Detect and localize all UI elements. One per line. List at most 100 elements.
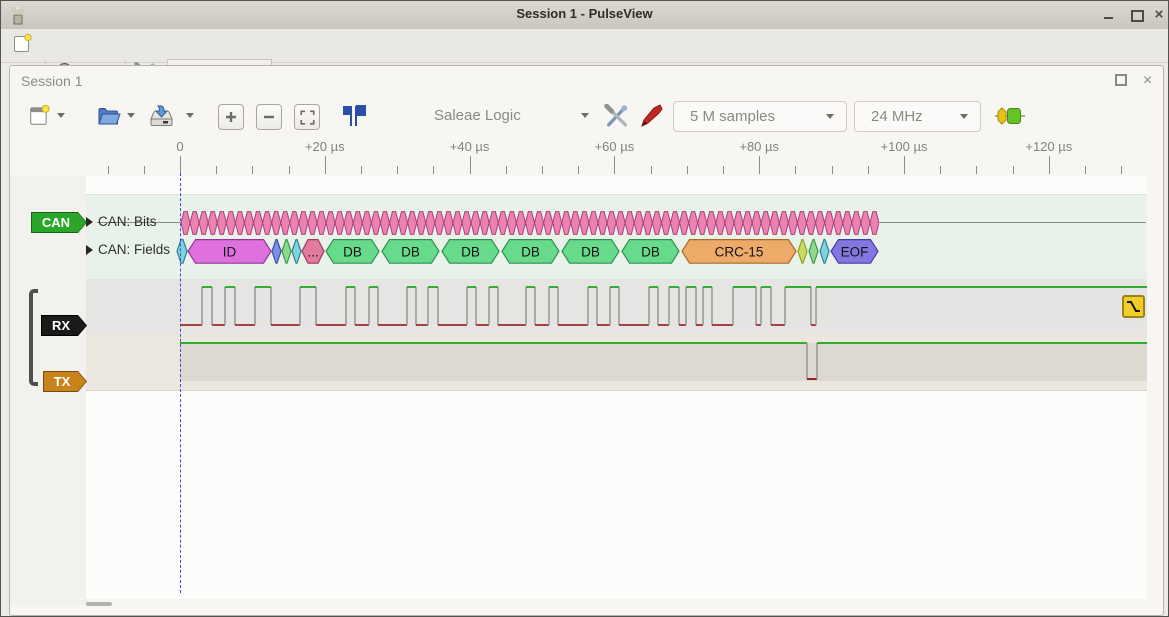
can-bit-annotation[interactable] (217, 212, 226, 235)
can-bit-annotation[interactable] (516, 212, 525, 235)
can-fields-annotations[interactable]: ID...DBDBDBDBDBDBCRC-15EOF (171, 239, 891, 264)
can-bit-annotation[interactable] (281, 212, 290, 235)
can-bit-annotation[interactable] (671, 212, 680, 235)
can-bit-annotation[interactable] (870, 212, 879, 235)
can-bit-annotation[interactable] (417, 212, 426, 235)
zoom-in-button[interactable] (218, 104, 244, 130)
can-bit-annotation[interactable] (190, 212, 199, 235)
can-bit-annotation[interactable] (843, 212, 852, 235)
can-bit-annotation[interactable] (507, 212, 516, 235)
save-dropdown-arrow[interactable] (186, 113, 194, 118)
can-bit-annotation[interactable] (725, 212, 734, 235)
can-field-annotation[interactable] (272, 240, 281, 264)
can-bit-annotation[interactable] (362, 212, 371, 235)
can-bit-annotation[interactable] (408, 212, 417, 235)
can-bit-annotation[interactable] (689, 212, 698, 235)
can-bit-annotation[interactable] (299, 212, 308, 235)
device-selector[interactable]: Saleae Logic (434, 107, 521, 125)
expander-arrow-icon[interactable] (86, 245, 93, 255)
can-bit-annotation[interactable] (426, 212, 435, 235)
sample-rate-combobox[interactable]: 24 MHz (854, 101, 981, 132)
can-bit-annotation[interactable] (788, 212, 797, 235)
can-bit-annotation[interactable] (806, 212, 815, 235)
new-view-button[interactable] (29, 105, 50, 131)
can-bit-annotation[interactable] (326, 212, 335, 235)
open-button[interactable] (96, 104, 121, 132)
can-bit-annotation[interactable] (389, 212, 398, 235)
panel-maximize-button[interactable] (1113, 73, 1128, 88)
can-bit-annotation[interactable] (698, 212, 707, 235)
time-cursor[interactable] (180, 173, 181, 593)
can-bit-annotation[interactable] (353, 212, 362, 235)
can-bit-annotation[interactable] (752, 212, 761, 235)
trigger-marker[interactable] (1122, 295, 1145, 318)
can-bit-annotation[interactable] (335, 212, 344, 235)
can-bit-annotation[interactable] (562, 212, 571, 235)
can-bit-annotation[interactable] (852, 212, 861, 235)
can-bit-annotation[interactable] (716, 212, 725, 235)
configure-device-button[interactable] (604, 104, 630, 134)
can-bit-annotation[interactable] (797, 212, 806, 235)
rx-channel-tag[interactable]: RX (41, 315, 87, 336)
can-bit-annotation[interactable] (435, 212, 444, 235)
zoom-out-button[interactable] (256, 104, 282, 130)
can-bit-annotation[interactable] (235, 212, 244, 235)
can-bit-annotation[interactable] (344, 212, 353, 235)
can-bit-annotation[interactable] (498, 212, 507, 235)
can-bit-annotation[interactable] (471, 212, 480, 235)
close-button[interactable]: × (1151, 8, 1167, 22)
sample-count-combobox[interactable]: 5 M samples (673, 101, 847, 132)
expander-arrow-icon[interactable] (86, 217, 93, 227)
can-bit-annotation[interactable] (308, 212, 317, 235)
can-bit-annotation[interactable] (616, 212, 625, 235)
can-bit-annotation[interactable] (208, 212, 217, 235)
can-bit-annotation[interactable] (779, 212, 788, 235)
zoom-fit-button[interactable] (294, 104, 320, 130)
can-bit-annotation[interactable] (589, 212, 598, 235)
can-bit-annotation[interactable] (643, 212, 652, 235)
can-bit-annotation[interactable] (607, 212, 616, 235)
can-bit-annotation[interactable] (661, 212, 670, 235)
can-bit-annotation[interactable] (489, 212, 498, 235)
can-bit-annotation[interactable] (525, 212, 534, 235)
can-bit-annotation[interactable] (571, 212, 580, 235)
can-field-annotation[interactable] (798, 240, 807, 264)
can-bit-annotation[interactable] (199, 212, 208, 235)
can-field-annotation[interactable] (292, 240, 301, 264)
can-bit-annotation[interactable] (263, 212, 272, 235)
can-bit-annotation[interactable] (598, 212, 607, 235)
can-bit-annotation[interactable] (680, 212, 689, 235)
can-bit-annotation[interactable] (317, 212, 326, 235)
can-bit-annotation[interactable] (816, 212, 825, 235)
show-cursors-button[interactable] (340, 105, 368, 132)
maximize-button[interactable] (1128, 8, 1144, 22)
can-bit-annotation[interactable] (770, 212, 779, 235)
can-bit-annotation[interactable] (181, 212, 190, 235)
can-bit-annotation[interactable] (834, 212, 843, 235)
can-bit-annotation[interactable] (625, 212, 634, 235)
can-bit-annotation[interactable] (371, 212, 380, 235)
can-bits-annotations[interactable] (181, 211, 879, 235)
open-dropdown-arrow[interactable] (127, 113, 135, 118)
can-bit-annotation[interactable] (553, 212, 562, 235)
can-bit-annotation[interactable] (652, 212, 661, 235)
can-bit-annotation[interactable] (226, 212, 235, 235)
can-bit-annotation[interactable] (734, 212, 743, 235)
can-bit-annotation[interactable] (380, 212, 389, 235)
window-titlebar[interactable]: Session 1 - PulseView × (1, 1, 1168, 30)
channels-button[interactable] (639, 103, 665, 134)
save-button[interactable] (149, 104, 174, 133)
device-dropdown-arrow[interactable] (581, 113, 589, 118)
can-field-annotation[interactable] (820, 240, 829, 264)
can-bit-annotation[interactable] (254, 212, 263, 235)
can-bit-annotation[interactable] (825, 212, 834, 235)
tx-waveform[interactable] (86, 334, 1147, 390)
tx-channel-tag[interactable]: TX (43, 371, 87, 392)
can-bit-annotation[interactable] (544, 212, 553, 235)
can-bit-annotation[interactable] (272, 212, 281, 235)
can-bit-annotation[interactable] (480, 212, 489, 235)
new-session-button[interactable] (13, 34, 32, 58)
panel-close-button[interactable]: × (1140, 73, 1155, 88)
channel-group-bracket[interactable] (29, 289, 38, 386)
can-bit-annotation[interactable] (444, 212, 453, 235)
